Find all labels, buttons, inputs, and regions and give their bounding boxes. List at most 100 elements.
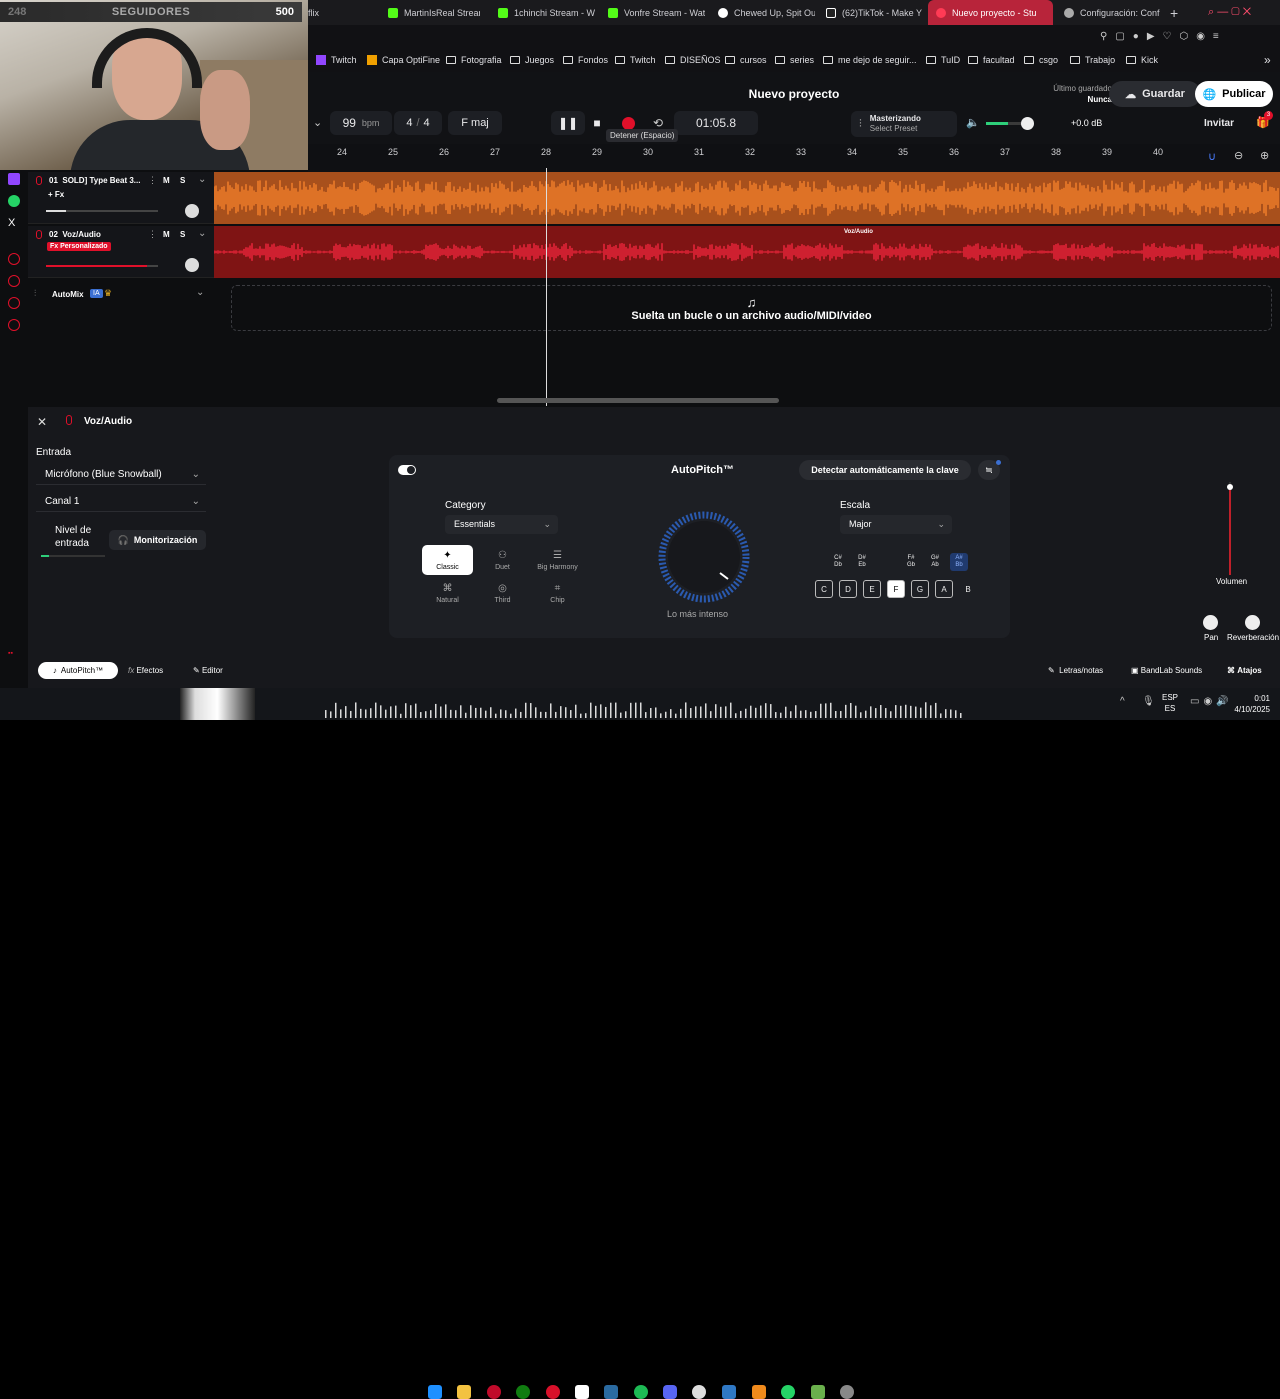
sharp-key[interactable]: G# Ab [926,553,944,571]
browser-tab[interactable]: (62)TikTok - Make Y [818,0,923,25]
browser-tab[interactable]: Chewed Up, Spit Ou [710,0,815,25]
preset-classic[interactable]: ✦ Classic [422,545,473,575]
mute-button[interactable]: M [163,230,170,239]
tab-effects[interactable]: fx Efectos [128,666,163,675]
track-header[interactable]: 02 Voz/Audio ⋮ M S ⌄ Fx Personalizado [28,226,214,278]
browser-tab[interactable]: Configuración: Conf [1056,0,1161,25]
track-clip-beat[interactable] [214,172,1280,224]
sharp-key[interactable]: D# Eb [853,553,871,571]
bookmark[interactable]: facultad [968,48,1015,72]
lyrics-button[interactable]: ✎ Letras/notas [1048,666,1103,675]
autopitch-toggle[interactable] [398,465,416,475]
track-header[interactable]: 01 SOLD] Type Beat 3... ⋮ M S ⌄ + Fx [28,172,214,224]
minecraft-icon[interactable] [811,1385,825,1399]
playhead[interactable] [546,168,547,406]
shield-icon[interactable] [722,1385,736,1399]
sharp-key[interactable]: F# Gb [902,553,920,571]
mic-select[interactable]: Micrófono (Blue Snowball) ⌄ [36,465,206,485]
bookmark[interactable]: Juegos [510,48,554,72]
tab-autopitch[interactable]: ♪ AutoPitch™ [38,662,118,679]
whatsapp-icon[interactable] [781,1385,795,1399]
invite-button[interactable]: Invitar [1195,111,1243,135]
preset-natural[interactable]: ⌘ Natural [422,578,473,608]
pan-knob[interactable] [1203,615,1218,630]
magnet-icon[interactable]: ∪ [1208,150,1216,163]
timeline-ruler[interactable]: 24 25 26 27 28 29 30 31 32 33 34 35 36 37 38 39 40 [308,144,1280,172]
preset-third[interactable]: ◎ Third [477,578,528,608]
add-fx-button[interactable]: + Fx [48,190,64,199]
browser-tab[interactable]: 1chinchi Stream - W [490,0,595,25]
mic-tray-icon[interactable]: 🎙 [1142,696,1155,707]
new-tab-button[interactable]: + [1162,0,1182,25]
natural-key[interactable]: D [839,580,857,598]
zoom-out-icon[interactable]: ⊖ [1234,149,1243,162]
obs-icon[interactable] [692,1385,706,1399]
channel-select[interactable]: Canal 1 ⌄ [36,492,206,512]
custom-fx-badge[interactable]: Fx Personalizado [47,242,111,251]
track-pan-knob[interactable] [185,258,199,272]
expand-chevron-icon[interactable]: ⌄ [196,287,204,298]
solo-button[interactable]: S [180,176,185,185]
language-indicator[interactable]: ESP ES [1162,692,1178,714]
steam-icon[interactable] [604,1385,618,1399]
discord-icon[interactable] [663,1385,677,1399]
zoom-in-icon[interactable]: ⊕ [1260,149,1269,162]
spotify-icon[interactable] [634,1385,648,1399]
mute-button[interactable]: M [163,176,170,185]
windows-start-icon[interactable] [428,1385,442,1399]
volume-fader-knob[interactable] [1227,484,1233,490]
bookmark[interactable]: Twitch [316,48,357,72]
record-app-icon[interactable] [546,1385,560,1399]
close-icon[interactable]: ✕ [37,415,47,429]
sharp-key[interactable]: C# Db [829,553,847,571]
intensity-knob[interactable] [644,503,764,603]
bookmark[interactable]: me dejo de seguir... [823,48,917,72]
expand-chevron-icon[interactable]: ⌄ [198,174,206,185]
browser-tab[interactable]: MartinIsReal Stream [380,0,480,25]
bookmarks-overflow-icon[interactable]: » [1264,48,1271,72]
preset-big-harmony[interactable]: ☰ Big Harmony [532,545,583,575]
sharp-key[interactable]: A# Bb [950,553,968,571]
app-icon[interactable] [840,1385,854,1399]
natural-key[interactable]: C [815,580,833,598]
master-volume-knob[interactable] [1021,117,1034,130]
track-clip-voice[interactable]: Voz/Audio [214,226,1280,278]
x-icon[interactable]: X [8,217,20,229]
mastering-preset[interactable]: ⫶ Masterizando Select Preset [851,111,957,137]
shortcuts-button[interactable]: ⌘ Atajos [1227,666,1262,675]
browser-tab[interactable]: flix [300,0,370,25]
monitor-button[interactable]: 🎧 Monitorización [109,530,206,550]
natural-key[interactable]: E [863,580,881,598]
epic-icon[interactable] [575,1385,589,1399]
bandlab-sounds-button[interactable]: ▣ BandLab Sounds [1131,666,1202,675]
bookmark[interactable]: Kick [1126,48,1158,72]
track-name[interactable]: Voz/Audio [62,230,101,239]
track-name[interactable]: SOLD] Type Beat 3... [62,176,140,185]
history-icon[interactable] [8,253,20,265]
natural-key[interactable]: A [935,580,953,598]
blender-icon[interactable] [752,1385,766,1399]
natural-key[interactable]: B [959,580,977,598]
speaker-icon[interactable]: 🔈 [966,116,980,129]
browser-tab[interactable]: Vonfre Stream - Wat [600,0,705,25]
time-signature[interactable]: 4/4 [394,111,442,135]
whatsapp-icon[interactable] [8,195,20,207]
scale-select[interactable]: Major ⌄ [840,515,952,534]
key-selector[interactable]: F maj [448,111,502,135]
sidebar-more-icon[interactable]: ▪▪ [8,650,13,657]
bookmark[interactable]: csgo [1024,48,1058,72]
category-select[interactable]: Essentials ⌄ [445,515,558,534]
browser-tab-active[interactable]: Nuevo proyecto - Stu [928,0,1053,25]
track-menu-icon[interactable]: ⋮ [148,175,157,186]
tray-chevron-icon[interactable]: ^ [1120,696,1125,707]
xbox-icon[interactable] [516,1385,530,1399]
bookmark[interactable]: Capa OptiFine [367,48,440,72]
collapse-chevron-icon[interactable]: ⌄ [313,116,322,129]
reverb-knob[interactable] [1245,615,1260,630]
file-explorer-icon[interactable] [457,1385,471,1399]
track-menu-icon[interactable]: ⋮ [148,229,157,240]
window-controls[interactable]: ⌕ — ▢ ✕ [1200,0,1280,25]
bandlab-icon[interactable] [487,1385,501,1399]
drop-zone[interactable]: ♫ Suelta un bucle o un archivo audio/MID… [231,285,1272,331]
preset-duet[interactable]: ⚇ Duet [477,545,528,575]
